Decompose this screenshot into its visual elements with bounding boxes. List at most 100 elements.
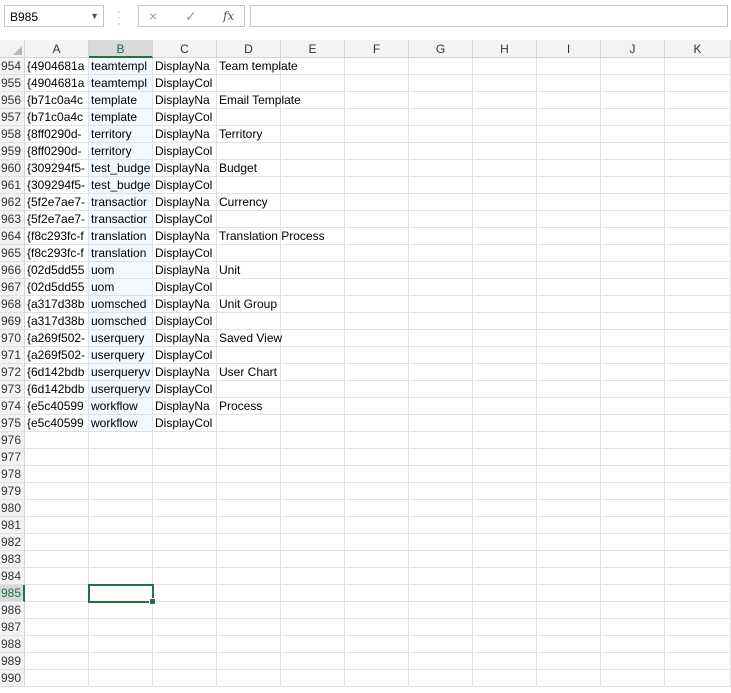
row-header[interactable]: 965: [0, 245, 25, 262]
cell-d958[interactable]: Territory: [217, 126, 281, 143]
cell-j985[interactable]: [601, 585, 665, 602]
cell-g988[interactable]: [409, 636, 473, 653]
cell-a974[interactable]: {e5c40599: [25, 398, 89, 415]
cell-i971[interactable]: [537, 347, 601, 364]
cell-g971[interactable]: [409, 347, 473, 364]
cell-c964[interactable]: DisplayNa: [153, 228, 217, 245]
cell-f970[interactable]: [345, 330, 409, 347]
cell-j983[interactable]: [601, 551, 665, 568]
cell-a966[interactable]: {02d5dd55: [25, 262, 89, 279]
select-all-corner[interactable]: [0, 40, 25, 58]
cell-i965[interactable]: [537, 245, 601, 262]
cell-i954[interactable]: [537, 58, 601, 75]
cell-a972[interactable]: {6d142bdb: [25, 364, 89, 381]
cell-e980[interactable]: [281, 500, 345, 517]
cell-a986[interactable]: [25, 602, 89, 619]
row-header[interactable]: 981: [0, 517, 25, 534]
cell-a981[interactable]: [25, 517, 89, 534]
cell-d985[interactable]: [217, 585, 281, 602]
cell-g989[interactable]: [409, 653, 473, 670]
cell-a978[interactable]: [25, 466, 89, 483]
cell-a990[interactable]: [25, 670, 89, 687]
cell-c973[interactable]: DisplayCol: [153, 381, 217, 398]
cell-d961[interactable]: [217, 177, 281, 194]
cell-b988[interactable]: [89, 636, 153, 653]
row-header[interactable]: 976: [0, 432, 25, 449]
row-header[interactable]: 974: [0, 398, 25, 415]
cell-a971[interactable]: {a269f502-: [25, 347, 89, 364]
cell-d957[interactable]: [217, 109, 281, 126]
cell-e983[interactable]: [281, 551, 345, 568]
row-header[interactable]: 958: [0, 126, 25, 143]
cell-b973[interactable]: userqueryv: [89, 381, 153, 398]
cell-i976[interactable]: [537, 432, 601, 449]
cell-g954[interactable]: [409, 58, 473, 75]
cell-b966[interactable]: uom: [89, 262, 153, 279]
cell-d982[interactable]: [217, 534, 281, 551]
cell-f958[interactable]: [345, 126, 409, 143]
cell-g983[interactable]: [409, 551, 473, 568]
cell-d989[interactable]: [217, 653, 281, 670]
cell-h988[interactable]: [473, 636, 537, 653]
cell-f956[interactable]: [345, 92, 409, 109]
cell-h980[interactable]: [473, 500, 537, 517]
cell-j965[interactable]: [601, 245, 665, 262]
cell-k975[interactable]: [665, 415, 731, 432]
cell-e987[interactable]: [281, 619, 345, 636]
cell-b972[interactable]: userqueryv: [89, 364, 153, 381]
cell-b964[interactable]: translation: [89, 228, 153, 245]
cell-b976[interactable]: [89, 432, 153, 449]
cell-g957[interactable]: [409, 109, 473, 126]
cell-e967[interactable]: [281, 279, 345, 296]
cell-a970[interactable]: {a269f502-: [25, 330, 89, 347]
row-header[interactable]: 970: [0, 330, 25, 347]
cell-k959[interactable]: [665, 143, 731, 160]
cell-d979[interactable]: [217, 483, 281, 500]
cell-c959[interactable]: DisplayCol: [153, 143, 217, 160]
cell-b968[interactable]: uomsched: [89, 296, 153, 313]
cell-j982[interactable]: [601, 534, 665, 551]
cell-c989[interactable]: [153, 653, 217, 670]
cell-i959[interactable]: [537, 143, 601, 160]
cell-h965[interactable]: [473, 245, 537, 262]
cell-e959[interactable]: [281, 143, 345, 160]
cell-a962[interactable]: {5f2e7ae7-: [25, 194, 89, 211]
cell-a984[interactable]: [25, 568, 89, 585]
cell-c957[interactable]: DisplayCol: [153, 109, 217, 126]
cell-b969[interactable]: uomsched: [89, 313, 153, 330]
cell-k977[interactable]: [665, 449, 731, 466]
cell-j960[interactable]: [601, 160, 665, 177]
cell-f989[interactable]: [345, 653, 409, 670]
cell-d988[interactable]: [217, 636, 281, 653]
cell-i986[interactable]: [537, 602, 601, 619]
cell-d977[interactable]: [217, 449, 281, 466]
cell-f966[interactable]: [345, 262, 409, 279]
cell-k990[interactable]: [665, 670, 731, 687]
row-header[interactable]: 959: [0, 143, 25, 160]
cell-j956[interactable]: [601, 92, 665, 109]
cell-j988[interactable]: [601, 636, 665, 653]
cell-a973[interactable]: {6d142bdb: [25, 381, 89, 398]
cell-i979[interactable]: [537, 483, 601, 500]
row-header[interactable]: 983: [0, 551, 25, 568]
cell-k958[interactable]: [665, 126, 731, 143]
cell-h981[interactable]: [473, 517, 537, 534]
cell-j964[interactable]: [601, 228, 665, 245]
cell-e962[interactable]: [281, 194, 345, 211]
row-header[interactable]: 990: [0, 670, 25, 687]
row-header[interactable]: 967: [0, 279, 25, 296]
cell-g978[interactable]: [409, 466, 473, 483]
cell-a975[interactable]: {e5c40599: [25, 415, 89, 432]
cell-f967[interactable]: [345, 279, 409, 296]
cell-d956[interactable]: Email Template: [217, 92, 301, 109]
cell-c971[interactable]: DisplayCol: [153, 347, 217, 364]
cell-b955[interactable]: teamtempl: [89, 75, 153, 92]
column-header-d[interactable]: D: [217, 40, 281, 58]
cell-i973[interactable]: [537, 381, 601, 398]
cell-i963[interactable]: [537, 211, 601, 228]
cell-b961[interactable]: test_budge: [89, 177, 153, 194]
cell-h961[interactable]: [473, 177, 537, 194]
cell-e969[interactable]: [281, 313, 345, 330]
cell-d990[interactable]: [217, 670, 281, 687]
row-header[interactable]: 978: [0, 466, 25, 483]
